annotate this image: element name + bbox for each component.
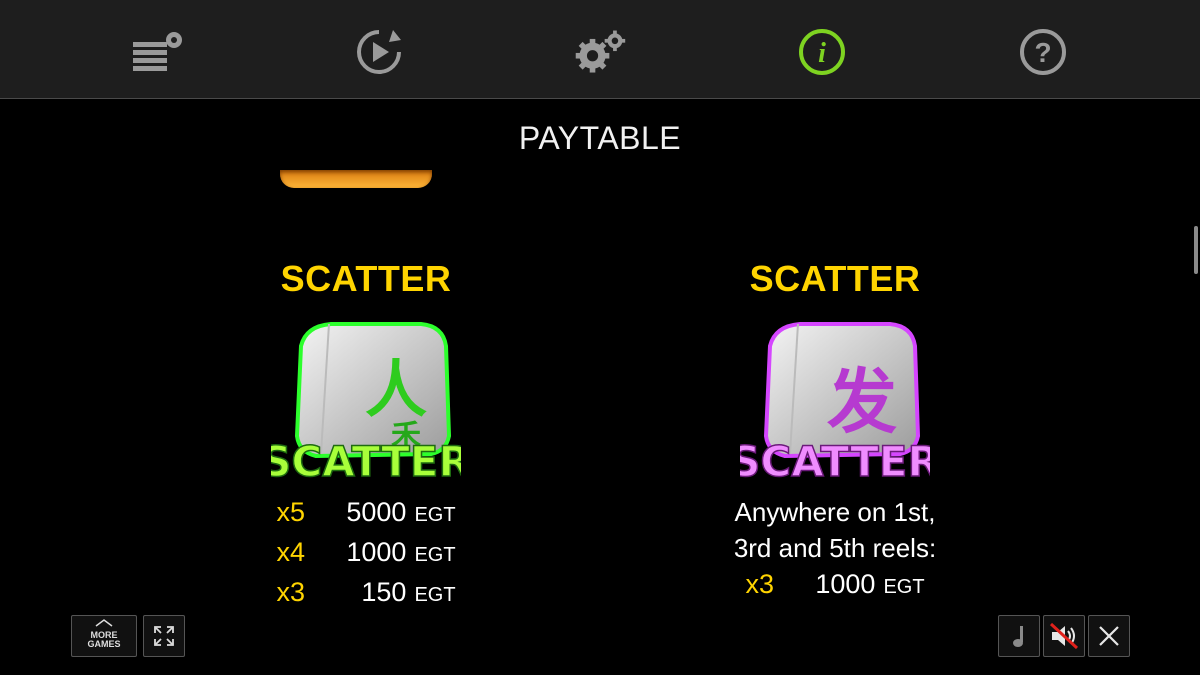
pay-currency: EGT [414,544,456,566]
info-button[interactable]: i [794,24,850,80]
close-icon [1099,626,1119,646]
paytable-values: Anywhere on 1st, 3rd and 5th reels: x3 1… [685,494,985,606]
settings-button[interactable] [572,24,628,80]
previous-symbol-partial [280,170,432,188]
scrollbar-thumb[interactable] [1194,226,1198,274]
pay-currency: EGT [414,504,456,526]
pay-row: x3 150 EGT [216,574,516,614]
pay-row: x3 1000 EGT [685,566,985,606]
svg-text:SCATTER: SCATTER [271,437,461,486]
scatter-purple-block: SCATTER 发 SCATTER Anywhere on 1st, 3rd a… [685,258,985,606]
sound-muted-icon [1049,622,1079,650]
svg-text:发: 发 [827,361,897,443]
symbol-name: SCATTER [749,258,921,299]
pay-amount: 150 [361,577,407,607]
svg-text:SCATTER: SCATTER [740,437,930,486]
help-button[interactable]: ? [1015,24,1071,80]
scatter-green-icon: 人 禾 SCATTER [260,316,472,487]
fullscreen-icon [154,626,174,646]
info-icon: i [799,29,845,75]
pay-amount: 5000 [346,497,407,527]
home-icon [95,619,113,627]
autoplay-button[interactable] [351,24,407,80]
bet-settings-button[interactable] [130,24,186,80]
pay-multiplier: x3 [745,569,774,599]
scatter-green-block: SCATTER 人 禾 SCATTER x5 5000 EGT x4 1000 … [216,258,516,614]
more-games-label: MORE GAMES [87,630,121,649]
pay-multiplier: x5 [276,497,305,527]
pay-row: x5 5000 EGT [216,494,516,534]
symbol-name: SCATTER [280,258,452,299]
autoplay-icon [357,30,401,74]
paytable-values: x5 5000 EGT x4 1000 EGT x3 150 EGT [216,494,516,614]
pay-row: x4 1000 EGT [216,534,516,574]
settings-icon [575,30,626,73]
pay-multiplier: x3 [276,577,305,607]
page-title: PAYTABLE [518,120,682,156]
music-icon [1013,626,1023,647]
svg-text:i: i [818,38,826,69]
close-button[interactable] [1088,615,1130,657]
fullscreen-button[interactable] [143,615,185,657]
pay-multiplier: x4 [276,537,305,567]
help-icon: ? [1020,29,1066,75]
svg-text:人: 人 [365,353,427,426]
pay-amount: 1000 [815,569,876,599]
top-menu-bar: i ? [0,0,1200,99]
scatter-purple-icon: 发 SCATTER [729,316,941,487]
scatter-description-line: Anywhere on 1st, [734,497,936,527]
music-button[interactable] [998,615,1040,657]
pay-currency: EGT [414,584,456,606]
sound-button[interactable] [1043,615,1085,657]
more-games-button[interactable]: MORE GAMES [71,615,137,657]
pay-amount: 1000 [346,537,407,567]
scatter-description-line: 3rd and 5th reels: [733,533,937,563]
svg-text:?: ? [1034,37,1051,68]
bet-settings-icon [133,32,182,71]
pay-currency: EGT [883,576,925,598]
